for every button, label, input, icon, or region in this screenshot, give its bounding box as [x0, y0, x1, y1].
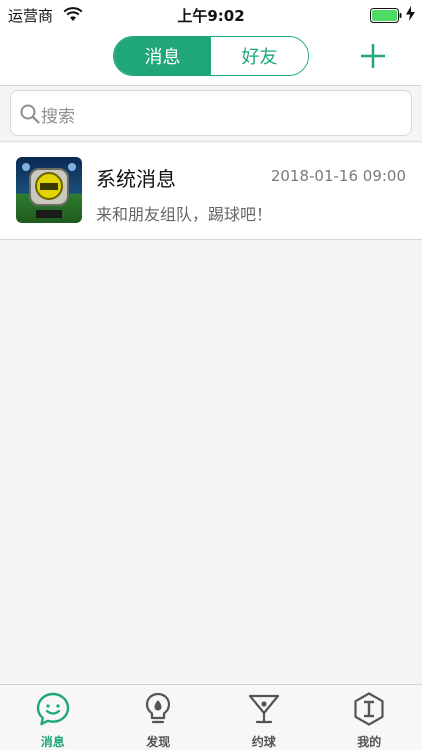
message-preview: 来和朋友组队，踢球吧！ — [96, 205, 273, 224]
tab-friends[interactable]: 好友 — [211, 37, 308, 75]
charging-icon — [406, 6, 415, 21]
segment-control: 消息 好友 — [113, 36, 309, 76]
tab-bar-label: 我的 — [357, 735, 382, 749]
status-time: 上午9:02 — [177, 7, 245, 25]
tab-bar-label: 发现 — [146, 735, 171, 749]
plus-icon[interactable] — [360, 43, 386, 69]
tab-bar-item-messages[interactable]: 消息 — [0, 685, 106, 750]
tab-bar-item-matches[interactable]: 约球 — [211, 685, 317, 750]
message-time: 2018-01-16 09:00 — [270, 167, 406, 185]
lightbulb-icon — [146, 692, 171, 724]
tab-messages[interactable]: 消息 — [114, 37, 211, 75]
header: 消息 好友 — [0, 30, 422, 86]
chat-smile-icon — [36, 692, 69, 726]
tab-bar-label: 约球 — [251, 735, 276, 749]
message-title: 系统消息 — [96, 167, 176, 191]
search-input[interactable]: 搜索 — [10, 90, 412, 136]
cocktail-glass-icon — [248, 694, 279, 724]
tab-bar: 消息 发现 约球 我的 — [0, 684, 422, 750]
search-area: 搜索 — [0, 86, 422, 142]
hexagon-profile-icon — [354, 692, 384, 726]
avatar — [16, 157, 82, 223]
list-item[interactable]: 系统消息 2018-01-16 09:00 来和朋友组队，踢球吧！ — [0, 143, 422, 240]
status-bar: 运营商 上午9:02 — [0, 0, 422, 30]
search-placeholder: 搜索 — [41, 107, 75, 127]
battery-icon — [370, 8, 402, 23]
search-icon — [20, 104, 40, 124]
tab-bar-item-discover[interactable]: 发现 — [106, 685, 212, 750]
tab-bar-item-me[interactable]: 我的 — [317, 685, 422, 750]
soccer-app-logo — [16, 157, 82, 223]
tab-bar-label: 消息 — [40, 735, 65, 749]
